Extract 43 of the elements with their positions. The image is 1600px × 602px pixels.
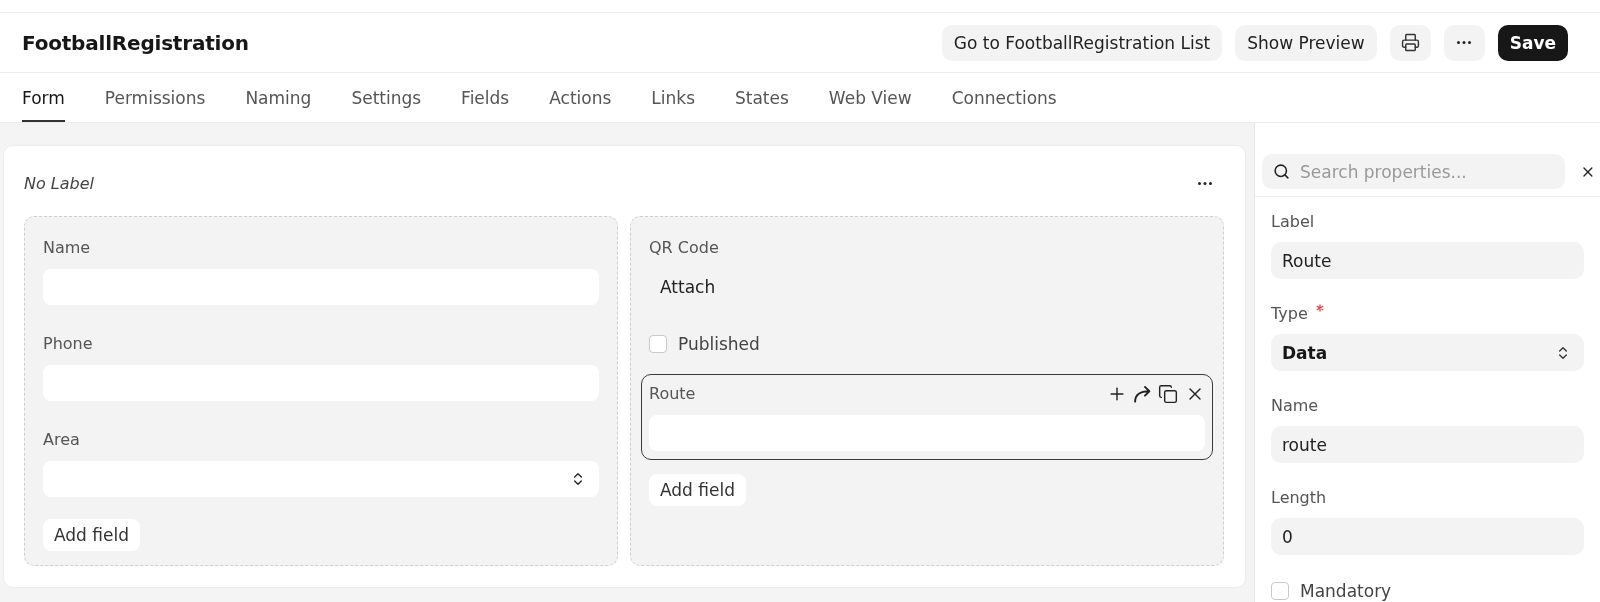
checkbox-label: Published (678, 333, 760, 354)
field-label: Phone (43, 333, 93, 354)
tab[interactable]: Actions (549, 73, 612, 122)
property-label: Label (1271, 212, 1315, 232)
tab[interactable]: Links (651, 73, 695, 122)
tab[interactable]: Permissions (104, 73, 206, 122)
header-button[interactable]: Go to FootballRegistration List (941, 24, 1223, 61)
header-button[interactable]: Show Preview (1235, 24, 1377, 61)
copy-icon[interactable] (1158, 383, 1178, 404)
attach-button[interactable]: Attach (649, 269, 727, 305)
text-field[interactable]: route (1271, 426, 1584, 463)
tab[interactable]: Settings (351, 73, 422, 122)
property-label: Name (1271, 396, 1319, 416)
tab[interactable]: Naming (245, 73, 312, 122)
property-label: Type (1271, 304, 1308, 324)
page-title: FootballRegistration (22, 30, 249, 55)
field-label: Route (649, 383, 696, 404)
field-label: QR Code (649, 237, 719, 258)
checkbox[interactable] (1271, 581, 1289, 600)
tab[interactable]: Connections (951, 73, 1057, 122)
tab[interactable]: Web View (828, 73, 912, 122)
ellipsis-icon (1457, 41, 1472, 44)
checkbox-label: Mandatory (1300, 580, 1392, 601)
ellipsis-icon[interactable] (1198, 181, 1212, 185)
save-button[interactable]: Save (1497, 24, 1568, 61)
printer-icon (1400, 33, 1420, 52)
add-field-button[interactable]: Add field (43, 519, 140, 551)
field-label: Area (43, 429, 80, 450)
tab[interactable]: Fields (461, 73, 510, 122)
select-field[interactable]: Data (1271, 334, 1584, 371)
checkbox[interactable] (649, 334, 667, 353)
search-field[interactable]: Search properties... (1262, 154, 1566, 189)
add-field-button[interactable]: Add field (649, 474, 746, 506)
print-button[interactable] (1389, 24, 1431, 61)
tab[interactable]: States (735, 73, 789, 122)
search-icon (1273, 163, 1290, 180)
curved-arrow-icon[interactable] (1134, 384, 1151, 403)
select-field[interactable] (43, 461, 599, 497)
field-label: Name (43, 237, 91, 258)
property-label: Length (1271, 488, 1327, 508)
text-field[interactable]: Route (1271, 242, 1584, 279)
section-title: No Label (24, 173, 94, 193)
text-field[interactable]: 0 (1271, 518, 1584, 555)
